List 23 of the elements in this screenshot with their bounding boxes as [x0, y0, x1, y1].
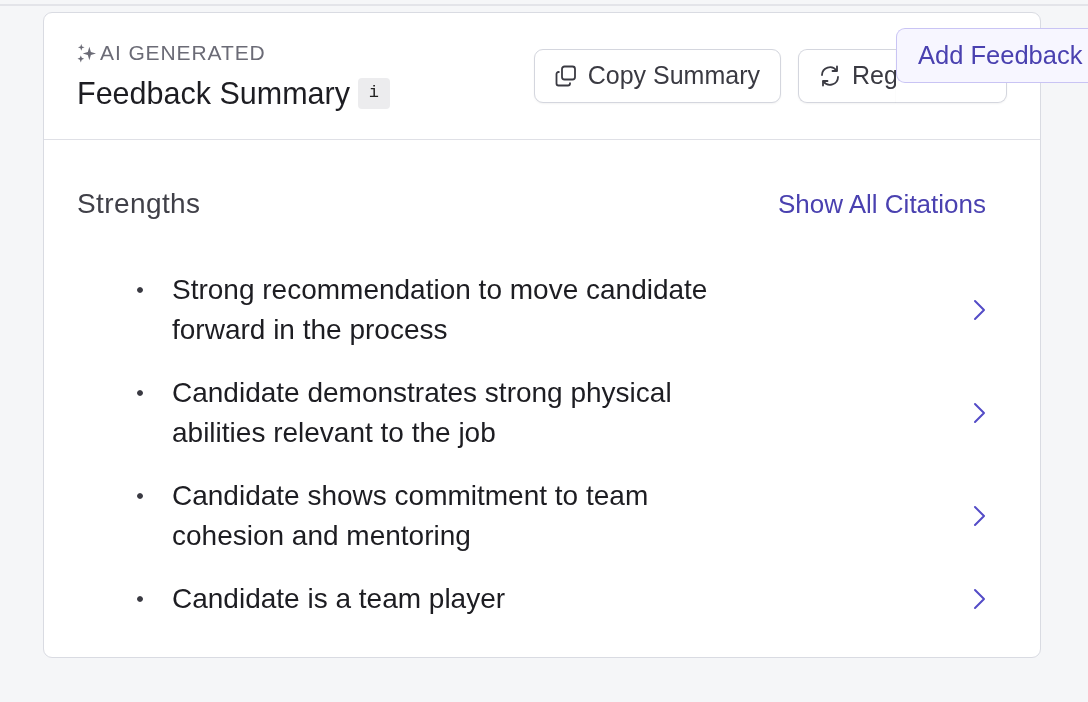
strength-text: Strong recommendation to move candidate forward in the process	[172, 273, 709, 347]
strength-text: Candidate demonstrates strong physical abilities relevant to the job	[172, 376, 673, 450]
show-citations-link[interactable]: Show All Citations	[777, 184, 986, 224]
bullet-icon	[137, 390, 143, 396]
bullet-icon	[137, 493, 143, 499]
card-title: Feedback Summary	[77, 75, 350, 113]
ai-generated-label: AI GENERATED	[100, 41, 266, 65]
sparkle-icon	[77, 43, 96, 63]
info-badge[interactable]: i	[357, 77, 390, 109]
bullet-icon	[137, 287, 143, 293]
section-title: Strengths	[77, 187, 201, 221]
copy-summary-button[interactable]: Copy Summary	[533, 49, 781, 103]
chevron-right-icon[interactable]	[973, 505, 986, 527]
chevron-right-icon[interactable]	[973, 299, 986, 321]
add-feedback-tooltip[interactable]: Add Feedback	[896, 28, 1088, 83]
strength-text: Candidate is a team player	[172, 582, 507, 616]
bullet-icon	[137, 596, 143, 602]
copy-icon	[554, 65, 577, 87]
regenerate-button[interactable]: Reg	[798, 49, 896, 103]
chevron-right-icon[interactable]	[973, 588, 986, 610]
chevron-right-icon[interactable]	[973, 402, 986, 424]
strength-text: Candidate shows commitment to team cohesion and mentoring	[172, 479, 650, 553]
refresh-icon	[819, 65, 841, 87]
